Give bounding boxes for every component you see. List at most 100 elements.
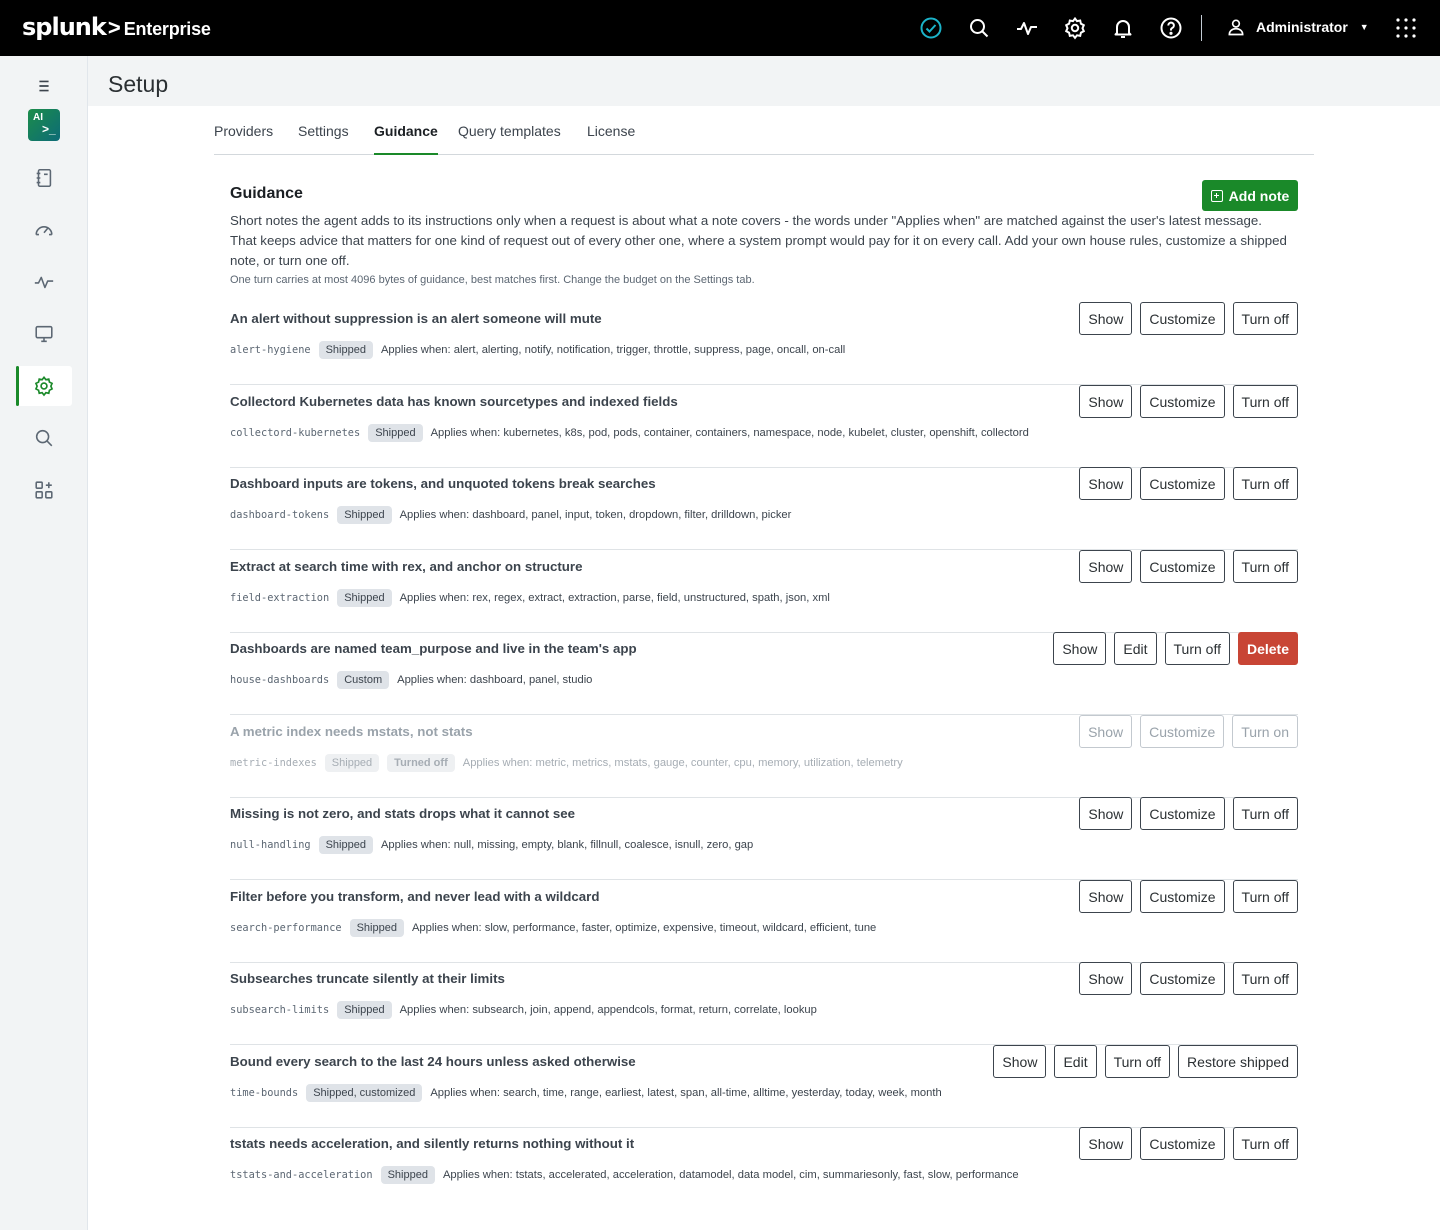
guidance-note: A metric index needs mstats, not stats m… [230,715,1298,798]
turn-off-button[interactable]: Turn off [1232,467,1298,500]
guidance-note: Missing is not zero, and stats drops wha… [230,797,1298,880]
search-icon[interactable] [967,16,991,40]
status-badge: Shipped [318,836,373,854]
note-slug: null-handling [230,839,311,851]
customize-button[interactable]: Customize [1140,715,1225,748]
customize-button[interactable]: Customize [1140,550,1225,583]
dashboard-gauge-icon[interactable] [16,210,72,250]
show-button[interactable]: Show [1079,302,1133,335]
activity-icon[interactable] [16,262,72,302]
notebook-icon[interactable] [16,158,72,198]
show-button[interactable]: Show [1079,962,1133,995]
note-meta: alert-hygiene Shipped Applies when: aler… [230,340,845,360]
note-applies-when: Applies when: search, time, range, earli… [430,1087,942,1099]
tab-bar: Providers Settings Guidance Query templa… [214,106,1314,155]
note-title: tstats needs acceleration, and silently … [230,1136,635,1151]
delete-button[interactable]: Delete [1237,632,1298,665]
note-applies-when: Applies when: dashboard, panel, studio [397,674,593,686]
status-badge: Shipped [349,919,404,937]
turn-off-button[interactable]: Turn off [1232,797,1298,830]
show-button[interactable]: Show [1079,385,1133,418]
turn-off-button[interactable]: Turn off [1104,1045,1171,1078]
show-button[interactable]: Show [1079,880,1133,913]
turn-off-button[interactable]: Turn off [1232,880,1298,913]
turn-off-button[interactable]: Turn off [1232,385,1298,418]
help-icon[interactable] [1159,16,1183,40]
customize-button[interactable]: Customize [1140,467,1225,500]
splunk-logo[interactable]: splunk > Enterprise [22,13,211,41]
customize-button[interactable]: Customize [1140,1127,1225,1160]
note-meta: metric-indexes Shipped Turned off Applie… [230,753,903,773]
logo-separator: > [107,15,121,40]
page-header: Setup [88,56,1440,106]
apps-grid-icon[interactable] [16,470,72,510]
tab-guidance[interactable]: Guidance [374,123,438,155]
search-icon[interactable] [16,418,72,458]
check-circle-icon[interactable] [919,16,943,40]
status-badge: Shipped [324,754,380,772]
customize-button[interactable]: Customize [1140,385,1225,418]
chevron-down-icon: ▼ [1359,22,1369,32]
user-menu[interactable]: Administrator ▼ [1226,15,1369,39]
status-badge: Shipped [318,341,373,359]
logo-product: Enterprise [123,19,211,39]
tab-providers[interactable]: Providers [214,123,273,155]
show-button[interactable]: Show [1053,632,1107,665]
monitor-icon[interactable] [16,314,72,354]
guidance-note: Dashboard inputs are tokens, and unquote… [230,467,1298,550]
edit-button[interactable]: Edit [1114,632,1157,665]
note-meta: field-extraction Shipped Applies when: r… [230,588,830,608]
turn-on-button[interactable]: Turn on [1232,715,1298,748]
logo-brand: splunk [22,13,107,41]
customize-button[interactable]: Customize [1140,302,1225,335]
note-actions: Show Customize Turn on [1079,715,1298,748]
grid-icon[interactable] [1394,16,1418,40]
note-applies-when: Applies when: alert, alerting, notify, n… [380,344,846,356]
show-button[interactable]: Show [1079,550,1133,583]
hamburger-menu-icon[interactable] [16,66,72,106]
tab-license[interactable]: License [587,123,635,155]
show-button[interactable]: Show [1079,467,1133,500]
note-meta: dashboard-tokens Shipped Applies when: d… [230,505,791,525]
show-button[interactable]: Show [993,1045,1047,1078]
guidance-note: Filter before you transform, and never l… [230,880,1298,963]
turn-off-button[interactable]: Turn off [1232,962,1298,995]
note-slug: metric-indexes [230,757,317,769]
note-slug: house-dashboards [230,674,330,686]
edit-button[interactable]: Edit [1054,1045,1097,1078]
note-meta: collectord-kubernetes Shipped Applies wh… [230,423,1029,443]
setup-gear-icon[interactable] [16,366,72,406]
status-badge: Shipped, customized [306,1084,423,1102]
status-badge: Shipped [337,1001,392,1019]
sidebar: AI >_ [0,56,88,1230]
turn-off-button[interactable]: Turn off [1164,632,1230,665]
note-title: Bound every search to the last 24 hours … [230,1054,636,1069]
tab-settings[interactable]: Settings [298,123,349,155]
customize-button[interactable]: Customize [1140,962,1225,995]
show-button[interactable]: Show [1079,715,1133,748]
note-actions: Show Edit Turn off Delete [1053,632,1298,665]
guidance-note: Bound every search to the last 24 hours … [230,1045,1298,1128]
note-actions: Show Customize Turn off [1079,550,1298,583]
gear-icon[interactable] [1063,16,1087,40]
turn-off-button[interactable]: Turn off [1232,302,1298,335]
show-button[interactable]: Show [1079,797,1133,830]
guidance-note: tstats needs acceleration, and silently … [230,1127,1298,1210]
turn-off-button[interactable]: Turn off [1232,550,1298,583]
note-title: A metric index needs mstats, not stats [230,724,473,739]
show-button[interactable]: Show [1079,1127,1133,1160]
user-icon [1228,19,1244,36]
turn-off-button[interactable]: Turn off [1232,1127,1298,1160]
activity-icon[interactable] [1015,16,1039,40]
note-actions: Show Customize Turn off [1079,797,1298,830]
add-note-button[interactable]: Add note [1202,180,1298,211]
customize-button[interactable]: Customize [1140,880,1225,913]
ai-assistant-icon[interactable]: AI >_ [16,105,72,145]
note-applies-when: Applies when: dashboard, panel, input, t… [399,509,792,521]
customize-button[interactable]: Customize [1140,797,1225,830]
guidance-note: Extract at search time with rex, and anc… [230,550,1298,633]
tab-query-templates[interactable]: Query templates [458,123,561,155]
restore-shipped-button[interactable]: Restore shipped [1178,1045,1298,1078]
note-applies-when: Applies when: rex, regex, extract, extra… [399,592,830,604]
bell-icon[interactable] [1111,16,1135,40]
